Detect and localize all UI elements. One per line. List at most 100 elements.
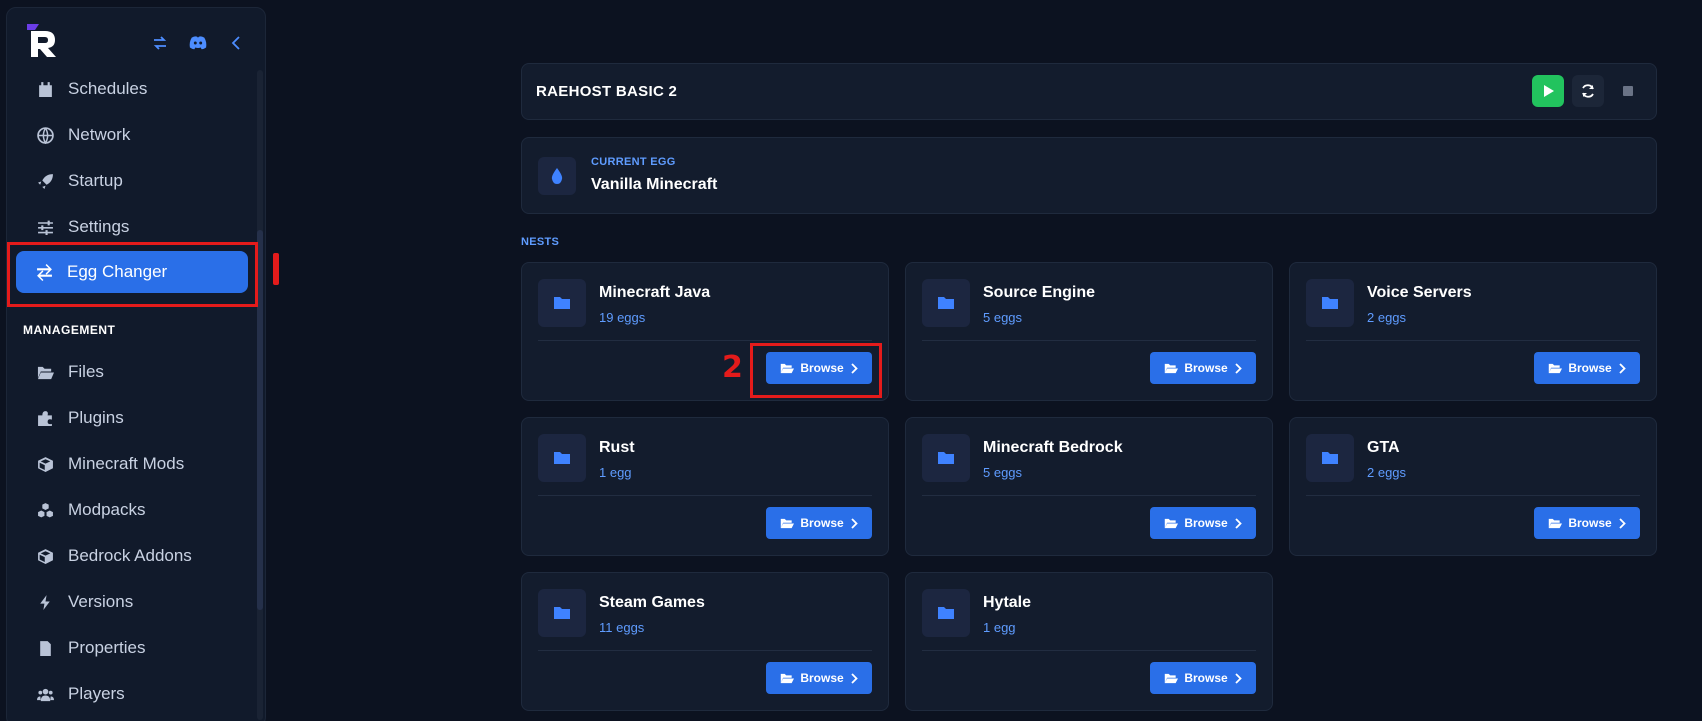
- nest-egg-count: 11 eggs: [599, 620, 645, 635]
- nest-icon-box: [922, 279, 970, 327]
- sidebar-item-label: Bedrock Addons: [68, 546, 192, 565]
- sidebar-header: [7, 8, 265, 70]
- sidebar-item-modpacks[interactable]: Modpacks: [15, 490, 247, 530]
- nest-card-minecraft-bedrock: Minecraft Bedrock 5 eggs Browse: [905, 417, 1273, 556]
- nest-icon-box: [922, 434, 970, 482]
- nest-egg-count: 1 egg: [983, 620, 1016, 635]
- sidebar-item-label: Network: [68, 125, 131, 144]
- folder-icon: [1322, 452, 1338, 464]
- annotation-step-1: 1: [273, 253, 279, 285]
- folder-open-icon: [1549, 518, 1563, 528]
- chevron-right-icon: [851, 672, 858, 684]
- server-header: RAEHOST BASIC 2: [521, 63, 1657, 120]
- sidebar-item-label: Modpacks: [68, 500, 146, 519]
- nest-card-rust: Rust 1 egg Browse: [521, 417, 889, 556]
- stop-icon: [1623, 86, 1633, 96]
- start-button[interactable]: [1532, 75, 1564, 107]
- sidebar-scrollbar[interactable]: [257, 70, 263, 720]
- browse-button[interactable]: Browse: [1150, 352, 1256, 384]
- cube-icon: [38, 456, 53, 472]
- folder-icon: [554, 297, 570, 309]
- browse-label: Browse: [800, 516, 844, 530]
- sidebar-item-label: Plugins: [68, 408, 124, 427]
- nest-icon-box: [538, 434, 586, 482]
- browse-button[interactable]: Browse: [766, 662, 872, 694]
- chevron-right-icon: [851, 517, 858, 529]
- folder-open-icon: [781, 673, 795, 683]
- nest-egg-count: 19 eggs: [599, 310, 646, 325]
- browse-button[interactable]: Browse: [1150, 662, 1256, 694]
- nest-name: Source Engine: [983, 284, 1096, 301]
- nest-card-steam-games: Steam Games 11 eggs Browse: [521, 572, 889, 711]
- sidebar: Schedules Network Startup Settings Egg C…: [6, 7, 266, 721]
- chevron-right-icon: [1235, 362, 1242, 374]
- divider: [922, 340, 1256, 341]
- divider: [538, 340, 872, 341]
- globe-icon: [37, 126, 54, 144]
- swap-icon[interactable]: [151, 34, 169, 52]
- sidebar-item-players[interactable]: Players: [15, 674, 247, 714]
- folder-open-icon: [781, 518, 795, 528]
- chevron-right-icon: [1619, 517, 1626, 529]
- sidebar-item-label: Startup: [68, 171, 123, 190]
- sidebar-item-label: Files: [68, 362, 104, 381]
- browse-label: Browse: [1568, 361, 1612, 375]
- sidebar-item-bedrock-addons[interactable]: Bedrock Addons: [15, 536, 247, 576]
- current-egg-name: Vanilla Minecraft: [591, 176, 718, 193]
- chevron-left-icon[interactable]: [227, 34, 245, 52]
- current-egg-label: CURRENT EGG: [591, 156, 676, 168]
- chevron-right-icon: [1619, 362, 1626, 374]
- nest-card-gta: GTA 2 eggs Browse: [1289, 417, 1657, 556]
- folder-open-icon: [1165, 518, 1179, 528]
- browse-label: Browse: [800, 671, 844, 685]
- sidebar-item-versions[interactable]: Versions: [15, 582, 247, 622]
- nest-egg-count: 2 eggs: [1367, 465, 1407, 480]
- browse-button[interactable]: Browse: [1534, 507, 1640, 539]
- sidebar-item-label: Minecraft Mods: [68, 454, 185, 473]
- browse-button[interactable]: Browse: [1150, 507, 1256, 539]
- sidebar-item-startup[interactable]: Startup: [15, 161, 247, 201]
- play-icon: [1544, 85, 1554, 97]
- stop-button[interactable]: [1612, 75, 1644, 107]
- browse-button[interactable]: Browse: [766, 507, 872, 539]
- divider: [538, 650, 872, 651]
- nests-label: NESTS: [521, 236, 560, 248]
- sidebar-item-schedules[interactable]: Schedules: [15, 69, 247, 109]
- nest-card-source-engine: Source Engine 5 eggs Browse: [905, 262, 1273, 401]
- nest-name: Steam Games: [599, 594, 705, 611]
- sidebar-item-files[interactable]: Files: [15, 352, 247, 392]
- logo[interactable]: [25, 22, 59, 58]
- nest-icon-box: [538, 589, 586, 637]
- nest-name: GTA: [1367, 439, 1400, 456]
- puzzle-icon: [38, 410, 52, 426]
- nest-card-hytale: Hytale 1 egg Browse: [905, 572, 1273, 711]
- file-icon: [40, 640, 51, 656]
- discord-icon[interactable]: [189, 34, 207, 52]
- sidebar-item-properties[interactable]: Properties: [15, 628, 247, 668]
- sidebar-item-settings[interactable]: Settings: [15, 207, 247, 247]
- sidebar-item-minecraft-mods[interactable]: Minecraft Mods: [15, 444, 247, 484]
- nest-card-voice-servers: Voice Servers 2 eggs Browse: [1289, 262, 1657, 401]
- nest-name: Minecraft Bedrock: [983, 439, 1123, 456]
- nest-egg-count: 2 eggs: [1367, 310, 1407, 325]
- restart-button[interactable]: [1572, 75, 1604, 107]
- folder-open-icon: [1165, 363, 1179, 373]
- folder-icon: [938, 607, 954, 619]
- sidebar-item-label: Versions: [68, 592, 134, 611]
- sidebar-item-network[interactable]: Network: [15, 115, 247, 155]
- folder-open-icon: [37, 366, 54, 379]
- bolt-icon: [40, 594, 50, 610]
- sidebar-item-plugins[interactable]: Plugins: [15, 398, 247, 438]
- chevron-right-icon: [1235, 517, 1242, 529]
- egg-icon-box: [538, 157, 576, 195]
- annotation-highlight-browse: [750, 343, 882, 398]
- annotation-highlight-egg-changer: [7, 242, 258, 307]
- rocket-icon: [38, 173, 53, 189]
- cubes-icon: [38, 502, 53, 517]
- sidebar-item-label: Properties: [68, 638, 146, 657]
- browse-button[interactable]: Browse: [1534, 352, 1640, 384]
- chevron-right-icon: [1235, 672, 1242, 684]
- calendar-icon: [39, 81, 52, 97]
- nest-icon-box: [1306, 279, 1354, 327]
- divider: [1306, 495, 1640, 496]
